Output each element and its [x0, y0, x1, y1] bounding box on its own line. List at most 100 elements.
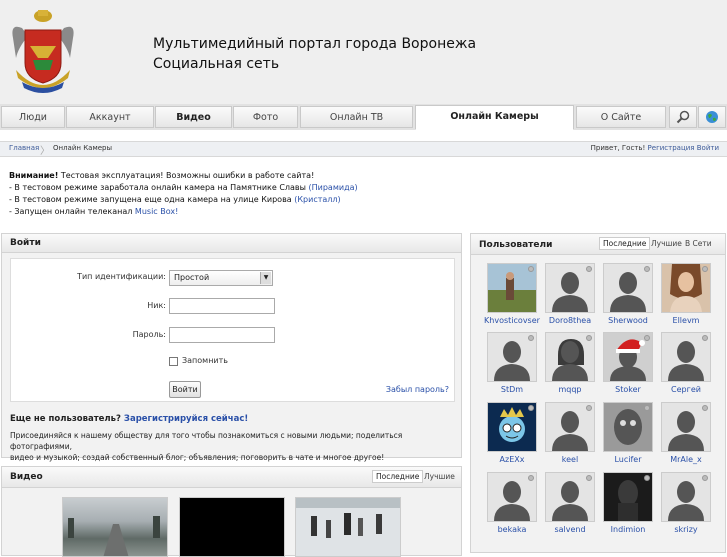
status-dot-icon — [528, 335, 534, 341]
snow-crowd-image — [296, 498, 400, 538]
password-label: Пароль: — [132, 330, 166, 339]
user-avatar[interactable] — [661, 472, 711, 522]
video-tab-latest[interactable]: Последние — [372, 470, 424, 483]
coat-of-arms-icon[interactable] — [8, 8, 78, 96]
notice-heading: Внимание! — [9, 171, 59, 180]
user-avatar[interactable] — [603, 263, 653, 313]
remember-label: Запомнить — [182, 356, 228, 365]
notice-text-3: - В тестовом режиме запущена еще одна ка… — [9, 195, 292, 204]
password-input[interactable] — [169, 327, 275, 343]
user-avatar[interactable] — [603, 402, 653, 452]
notice-line-4: - Запущен онлайн телеканал Music Box! — [9, 206, 358, 218]
site-subtitle: Социальная сеть — [153, 56, 280, 72]
notice-block: Внимание! Тестовая эксплуатация! Возможн… — [9, 170, 358, 218]
notice-line-3: - В тестовом режиме запущена еще одна ка… — [9, 194, 358, 206]
user-avatar[interactable] — [661, 332, 711, 382]
users-panel-title: Пользователи — [479, 240, 553, 250]
login-form: Тип идентификации: Простой ▼ Ник: Пароль… — [10, 258, 455, 402]
register-now-link[interactable]: Зарегистрируйся сейчас! — [124, 414, 248, 424]
users-tab-online[interactable]: В Сети — [685, 239, 712, 248]
notice-line-1: Внимание! Тестовая эксплуатация! Возможн… — [9, 170, 358, 182]
tab-online-cameras[interactable]: Онлайн Камеры — [415, 105, 574, 130]
user-avatar[interactable] — [487, 402, 537, 452]
user-avatar[interactable] — [487, 332, 537, 382]
status-dot-icon — [528, 475, 534, 481]
breadcrumb-home[interactable]: Главная — [9, 144, 39, 152]
notice-text-4: - Запущен онлайн телеканал — [9, 207, 133, 216]
video-thumbnail-snow[interactable] — [295, 497, 401, 557]
status-dot-icon — [644, 475, 650, 481]
user-avatar[interactable] — [487, 472, 537, 522]
tab-account[interactable]: Аккаунт — [66, 106, 154, 128]
register-link[interactable]: Регистрация — [648, 144, 695, 152]
site-title: Мультимедийный портал города Воронежа — [153, 36, 477, 52]
chevron-down-icon: ▼ — [260, 272, 271, 284]
breadcrumb: Главная 〉 Онлайн Камеры Привет, Гость! Р… — [0, 141, 727, 157]
status-dot-icon — [528, 405, 534, 411]
user-avatar[interactable] — [661, 263, 711, 313]
tab-about[interactable]: О Сайте — [576, 106, 666, 128]
user-avatar[interactable] — [603, 332, 653, 382]
road-image — [68, 516, 160, 556]
id-type-select[interactable]: Простой ▼ — [169, 270, 273, 286]
status-dot-icon — [644, 266, 650, 272]
nick-label: Ник: — [147, 301, 166, 310]
not-user-text: Еще не пользователь? — [10, 414, 121, 424]
video-panel-header: Видео Последние Лучшие — [2, 467, 461, 488]
forgot-password-link[interactable]: Забыл пароль? — [371, 385, 449, 394]
tab-video[interactable]: Видео — [155, 106, 232, 128]
breadcrumb-separator-icon: 〉 — [40, 146, 50, 157]
users-tab-best[interactable]: Лучшие — [651, 239, 682, 248]
notice-text-1: Тестовая эксплуатация! Возможны ошибки в… — [60, 171, 315, 180]
nick-input[interactable] — [169, 298, 275, 314]
notice-line-2: - В тестовом режиме заработала онлайн ка… — [9, 182, 358, 194]
login-submit-button[interactable]: Войти — [169, 381, 201, 398]
login-link[interactable]: Войти — [697, 144, 719, 152]
tab-photo[interactable]: Фото — [233, 106, 298, 128]
status-dot-icon — [644, 405, 650, 411]
video-tab-best[interactable]: Лучшие — [424, 472, 455, 481]
crystal-link[interactable]: (Кристалл) — [294, 195, 340, 204]
user-name[interactable]: skrizy — [651, 525, 721, 534]
status-dot-icon — [702, 266, 708, 272]
join-text-line-2: видео и музыкой; создай собственный блог… — [10, 453, 385, 462]
status-dot-icon — [702, 335, 708, 341]
login-panel-header: Войти — [2, 234, 461, 253]
pyramid-link[interactable]: (Пирамида) — [309, 183, 358, 192]
user-avatar[interactable] — [545, 472, 595, 522]
video-thumbnail-road[interactable] — [62, 497, 168, 557]
video-panel-title: Видео — [10, 472, 43, 482]
search-button[interactable] — [669, 106, 697, 128]
user-avatar[interactable] — [545, 332, 595, 382]
user-name[interactable]: MrAle_x — [651, 455, 721, 464]
status-dot-icon — [702, 405, 708, 411]
status-dot-icon — [586, 335, 592, 341]
users-panel-header: Пользователи Последние Лучшие В Сети — [471, 234, 725, 255]
notice-text-2: - В тестовом режиме заработала онлайн ка… — [9, 183, 306, 192]
globe-icon — [706, 111, 718, 123]
tab-online-tv[interactable]: Онлайн ТВ — [300, 106, 413, 128]
user-avatar[interactable] — [545, 263, 595, 313]
tab-people[interactable]: Люди — [1, 106, 65, 128]
status-dot-icon — [528, 266, 534, 272]
user-avatar[interactable] — [545, 402, 595, 452]
globe-button[interactable] — [698, 106, 726, 128]
video-thumbnail-black[interactable] — [179, 497, 285, 557]
status-dot-icon — [586, 475, 592, 481]
login-panel: Войти Тип идентификации: Простой ▼ Ник: … — [1, 233, 462, 462]
user-avatar[interactable] — [487, 263, 537, 313]
register-prompt: Еще не пользователь? Зарегистрируйся сей… — [10, 414, 248, 424]
status-dot-icon — [586, 405, 592, 411]
user-name[interactable]: Ellevm — [651, 316, 721, 325]
status-dot-icon — [644, 335, 650, 341]
users-tab-latest[interactable]: Последние — [599, 237, 651, 250]
music-box-link[interactable]: Music Box! — [135, 207, 178, 216]
join-text-line-1: Присоединяйся к нашему обществу для того… — [10, 431, 403, 451]
user-avatar[interactable] — [603, 472, 653, 522]
main-nav: Люди Аккаунт Видео Фото Онлайн ТВ Онлайн… — [0, 104, 727, 130]
login-panel-title: Войти — [10, 238, 41, 248]
user-name[interactable]: Сергей — [651, 385, 721, 394]
remember-checkbox[interactable] — [169, 357, 178, 366]
user-avatar[interactable] — [661, 402, 711, 452]
greeting-area: Привет, Гость! Регистрация Войти — [591, 144, 719, 152]
